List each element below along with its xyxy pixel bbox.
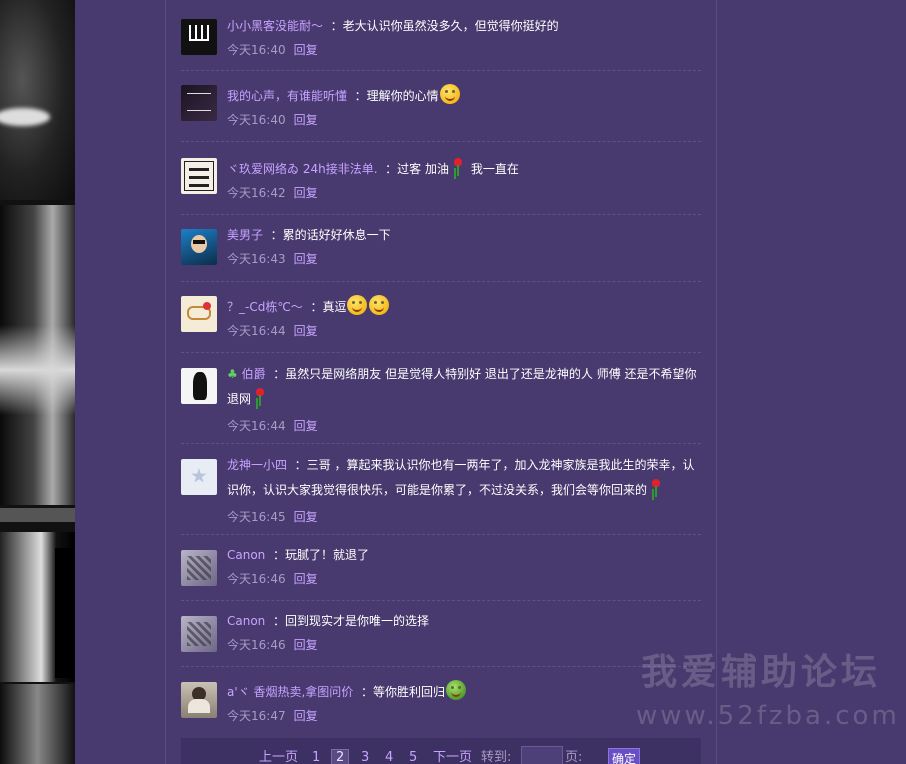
comment-username[interactable]: ？_-Cd栋℃～ [227,300,303,314]
user-avatar[interactable] [181,616,217,652]
smile-emoji-icon [439,84,460,104]
comment-text: ：真逗 [310,300,347,314]
reply-link[interactable]: 回复 [294,252,318,266]
turtle-emoji-icon [445,680,466,700]
page-link-1[interactable]: 1 [312,750,320,764]
comment-item: Canon ：玩腻了！就退了 今天16:46 回复 [181,536,701,601]
grin-emoji-icon [369,295,390,315]
user-avatar[interactable] [181,682,217,718]
watermark-url: www.52fzba.com [636,701,900,731]
user-avatar[interactable] [181,158,217,194]
rose-icon [254,388,266,406]
confirm-button[interactable]: 确定 [608,748,640,764]
page-link-5[interactable]: 5 [409,750,417,764]
page-unit-label: 页: [565,750,583,764]
comment-text: ：等你胜利回归 [360,685,445,699]
page-link-4[interactable]: 4 [385,750,393,764]
comment-username[interactable]: 伯爵 [242,367,266,381]
comment-time: 今天16:44 [227,324,286,338]
comment-item: ヾ玖爱网络ゐ 24h接非法单. ：过客 加油 我一直在 今天16:42 回复 [181,143,701,215]
watermark-title: 我爱辅助论坛 [640,652,881,693]
reply-link[interactable]: 回复 [294,43,318,57]
comment-item: 我的心声，有谁能听懂 ：理解你的心情 今天16:40 回复 [181,72,701,142]
comment-time: 今天16:44 [227,419,286,433]
rose-icon [650,479,662,497]
reply-link[interactable]: 回复 [294,419,318,433]
comment-panel: 小小黑客没能耐～ ：老大认识你虽然没多久，但觉得你挺好的 今天16:40 回复 我… [165,0,717,764]
comment-time: 今天16:46 [227,638,286,652]
comment-time: 今天16:45 [227,510,286,524]
comment-item: ？_-Cd栋℃～ ：真逗 今天16:44 回复 [181,283,701,353]
grin-emoji-icon [347,295,368,315]
page-link-2-current[interactable]: 2 [331,749,350,764]
comment-username[interactable]: 美男子 [227,228,263,242]
comment-item: Canon ：回到现实才是你唯一的选择 今天16:46 回复 [181,602,701,667]
user-avatar[interactable] [181,229,217,265]
side-photo-2 [0,205,75,505]
reply-link[interactable]: 回复 [294,709,318,723]
comment-text: ：三哥 ，算起来我认识你也有一两年了，加入龙神家族是我此生的荣幸，认识你，认识大… [227,458,695,497]
user-avatar[interactable] [181,19,217,55]
comment-text-tail: 我一直在 [470,162,519,176]
comment-time: 今天16:42 [227,186,286,200]
comment-text: ：过客 加油 [385,162,449,176]
reply-link[interactable]: 回复 [294,186,318,200]
comment-time: 今天16:40 [227,113,286,127]
user-avatar[interactable] [181,296,217,332]
comment-time: 今天16:43 [227,252,286,266]
goto-label: 转到: [481,750,512,764]
reply-link[interactable]: 回复 [294,638,318,652]
comment-username[interactable]: Canon [227,548,265,562]
prev-page-link[interactable]: 上一页 [259,750,298,764]
comment-item: 小小黑客没能耐～ ：老大认识你虽然没多久，但觉得你挺好的 今天16:40 回复 [181,4,701,71]
side-photo-1 [0,0,75,200]
rose-icon [452,158,464,176]
comment-username[interactable]: 小小黑客没能耐～ [227,19,323,33]
side-photo-strip [0,0,75,764]
comment-username[interactable]: a'ヾ 香烟热卖,拿图问价 [227,685,353,699]
pagination: 上一页 1 2 3 4 5 下一页 转到: 页: 确定 [181,738,701,764]
comment-username[interactable]: ヾ玖爱网络ゐ 24h接非法单. [227,162,378,176]
reply-link[interactable]: 回复 [294,572,318,586]
user-avatar[interactable] [181,550,217,586]
comment-text: ：理解你的心情 [354,89,439,103]
side-photo-4 [0,684,75,764]
clover-icon: ♣ [227,367,238,381]
user-avatar[interactable] [181,459,217,495]
reply-link[interactable]: 回复 [294,324,318,338]
comment-item: a'ヾ 香烟热卖,拿图问价 ：等你胜利回归 今天16:47 回复 [181,668,701,736]
reply-link[interactable]: 回复 [294,510,318,524]
user-avatar[interactable] [181,85,217,121]
comment-item: 龙神一小四 ：三哥 ，算起来我认识你也有一两年了，加入龙神家族是我此生的荣幸，认… [181,445,701,535]
page-link-3[interactable]: 3 [361,750,369,764]
comment-text: ：老大认识你虽然没多久，但觉得你挺好的 [330,19,559,33]
comment-text: ：回到现实才是你唯一的选择 [272,614,429,628]
comment-username[interactable]: 我的心声，有谁能听懂 [227,89,347,103]
comment-username[interactable]: Canon [227,614,265,628]
side-photo-3 [0,532,75,682]
user-avatar[interactable] [181,368,217,404]
site-watermark: 我爱辅助论坛 www.52fzba.com [636,650,900,736]
next-page-link[interactable]: 下一页 [433,750,472,764]
goto-page-input[interactable] [521,746,563,764]
comment-username[interactable]: 龙神一小四 [227,458,287,472]
reply-link[interactable]: 回复 [294,113,318,127]
comment-text: ：虽然只是网络朋友 但是觉得人特别好 退出了还是龙神的人 师傅 还是不希望你退网 [227,367,697,406]
comment-item: 美男子 ：累的话好好休息一下 今天16:43 回复 [181,216,701,282]
comment-time: 今天16:47 [227,709,286,723]
comment-text: ：玩腻了！就退了 [272,548,369,562]
comment-time: 今天16:40 [227,43,286,57]
comment-text: ：累的话好好休息一下 [270,228,391,242]
side-photo-divider [0,508,75,522]
comment-item: ♣ 伯爵 ：虽然只是网络朋友 但是觉得人特别好 退出了还是龙神的人 师傅 还是不… [181,354,701,444]
comment-time: 今天16:46 [227,572,286,586]
